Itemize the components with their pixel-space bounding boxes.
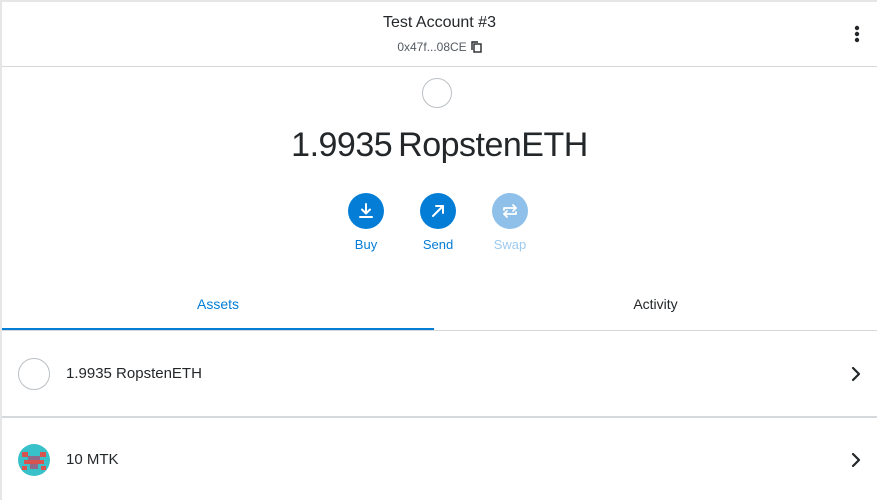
send-button[interactable]: Send bbox=[408, 193, 468, 252]
balance-amount: 1.9935 bbox=[291, 126, 393, 164]
asset-label: 1.9935 RopstenETH bbox=[66, 365, 202, 382]
swap-icon[interactable] bbox=[492, 193, 528, 229]
account-address[interactable]: 0x47f...08CE bbox=[397, 40, 466, 54]
tab-bar: Assets Activity bbox=[2, 282, 877, 331]
identicon-mtk-icon bbox=[18, 444, 50, 476]
account-options-menu-icon[interactable] bbox=[851, 24, 863, 44]
tab-activity[interactable]: Activity bbox=[434, 282, 877, 328]
buy-button[interactable]: Buy bbox=[336, 193, 396, 252]
swap-button[interactable]: Swap bbox=[480, 193, 540, 252]
chevron-right-icon[interactable] bbox=[851, 452, 861, 468]
token-icon bbox=[422, 78, 452, 108]
download-icon[interactable] bbox=[348, 193, 384, 229]
account-address-row[interactable]: 0x47f...08CE bbox=[2, 40, 877, 56]
empty-token-icon bbox=[18, 358, 50, 390]
chevron-right-icon[interactable] bbox=[851, 366, 861, 382]
wallet-app: Test Account #3 0x47f...08CE 1.9935 Ropst… bbox=[0, 0, 877, 500]
asset-list-item[interactable]: 1.9935 RopstenETH bbox=[2, 332, 877, 418]
copy-icon[interactable] bbox=[470, 41, 482, 56]
arrow-up-right-icon[interactable] bbox=[420, 193, 456, 229]
account-name[interactable]: Test Account #3 bbox=[2, 14, 877, 32]
asset-list-item[interactable]: 10 MTK bbox=[2, 418, 877, 500]
balance-currency: RopstenETH bbox=[398, 126, 588, 164]
asset-label: 10 MTK bbox=[66, 451, 119, 468]
account-header: Test Account #3 0x47f...08CE bbox=[2, 2, 877, 67]
balance-display: 1.9935 RopstenETH bbox=[2, 126, 877, 165]
buy-label: Buy bbox=[354, 237, 378, 252]
send-label: Send bbox=[422, 237, 454, 252]
tab-assets[interactable]: Assets bbox=[2, 282, 434, 330]
swap-label: Swap bbox=[493, 237, 527, 252]
